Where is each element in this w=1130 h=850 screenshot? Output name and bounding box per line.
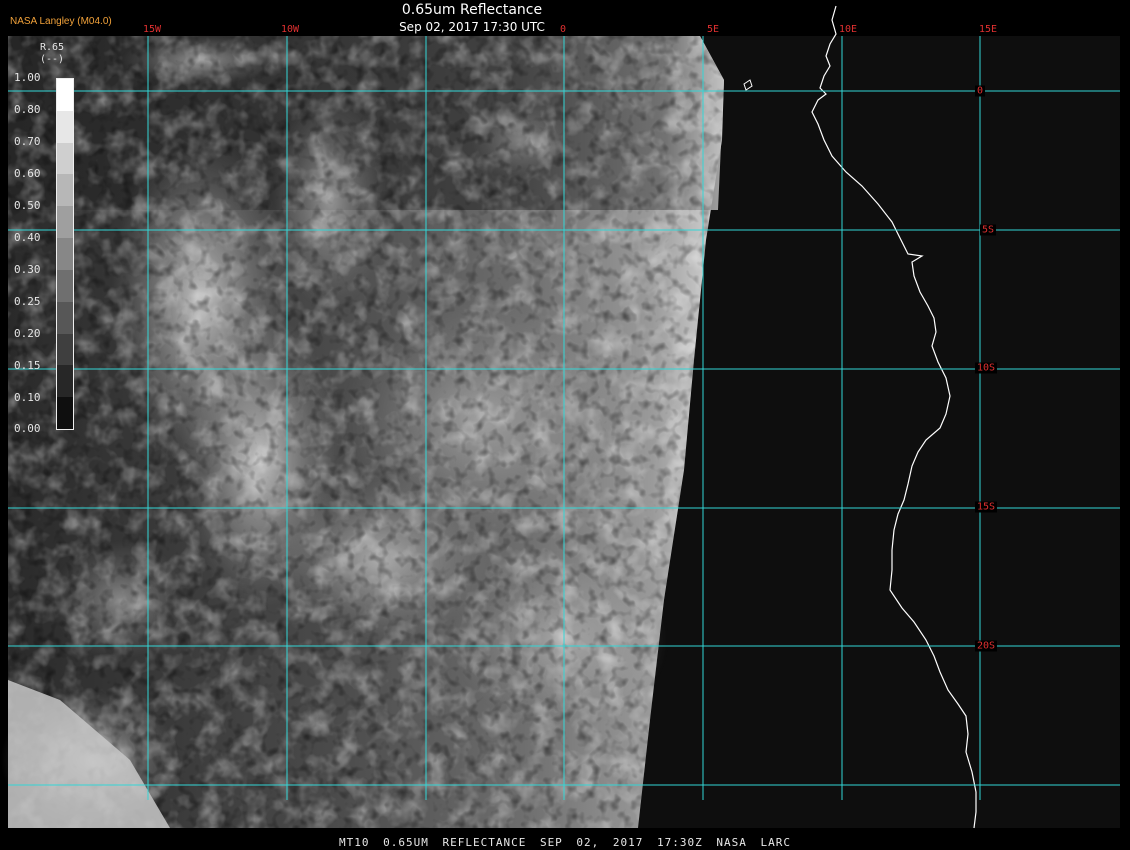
satellite-image <box>0 5 1120 830</box>
image-timestamp: Sep 02, 2017 17:30 UTC <box>399 20 545 34</box>
colorbar-step <box>57 301 73 335</box>
footer-caption: MT10 0.65UM REFLECTANCE SEP 02, 2017 17:… <box>339 836 791 849</box>
legend-tick-0.50: 0.50 <box>14 199 41 212</box>
legend-tick-0.60: 0.60 <box>14 167 41 180</box>
lon-label-15e: 15E <box>978 24 998 35</box>
legend-variable: R.65 <box>39 42 65 53</box>
legend-units: (--) <box>39 54 65 65</box>
colorbar-step <box>57 269 73 303</box>
legend-tick-0.80: 0.80 <box>14 103 41 116</box>
image-title: 0.65um Reflectance <box>401 2 543 18</box>
colorbar-step <box>57 142 73 175</box>
lat-label-0: 0 <box>974 85 986 97</box>
legend-tick-0.20: 0.20 <box>14 327 41 340</box>
colorbar-step <box>57 397 73 430</box>
lat-label-20s: 20S <box>974 640 998 652</box>
legend-header: R.65 (--) <box>30 42 74 66</box>
colorbar-step <box>57 238 73 271</box>
satellite-map: 15W 10W 0 5E 10E 15E 0 5S 10S 15S 20S NA… <box>0 0 1130 850</box>
lat-label-5s: 5S <box>979 224 997 236</box>
legend-tick-0.40: 0.40 <box>14 231 41 244</box>
colorbar-step <box>57 110 73 144</box>
colorbar <box>56 78 74 430</box>
legend-tick-1.00: 1.00 <box>14 71 41 84</box>
colorbar-step <box>57 333 73 366</box>
colorbar-step <box>57 206 73 239</box>
legend-tick-0.15: 0.15 <box>14 359 41 372</box>
legend-tick-0.25: 0.25 <box>14 295 41 308</box>
legend-tick-0.10: 0.10 <box>14 391 41 404</box>
legend-tick-0.00: 0.00 <box>14 422 41 435</box>
legend-tick-0.30: 0.30 <box>14 263 41 276</box>
lat-label-15s: 15S <box>974 501 998 513</box>
legend-tick-0.70: 0.70 <box>14 135 41 148</box>
colorbar-step <box>57 365 73 398</box>
lat-label-10s: 10S <box>974 362 998 374</box>
colorbar-step <box>57 174 73 207</box>
colorbar-step <box>57 79 73 112</box>
